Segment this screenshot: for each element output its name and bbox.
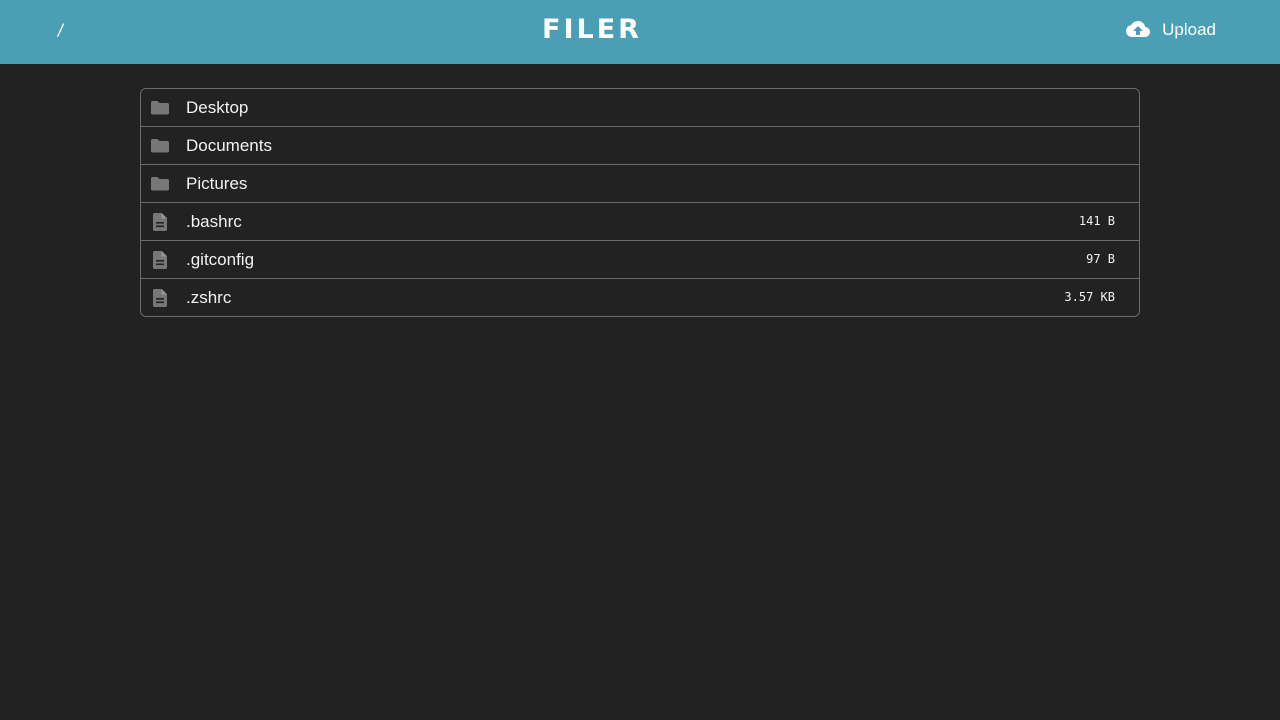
file-icon [150, 250, 170, 270]
file-name: Pictures [186, 174, 248, 193]
list-item[interactable]: .zshrc 3.57 KB [141, 279, 1139, 316]
list-item[interactable]: .bashrc 141 B [141, 203, 1139, 241]
folder-icon [150, 174, 170, 194]
file-name: Documents [186, 136, 272, 155]
list-item[interactable]: Pictures [141, 165, 1139, 203]
folder-icon [150, 98, 170, 118]
upload-label: Upload [1162, 20, 1216, 39]
file-icon [150, 288, 170, 308]
file-list: Desktop Documents Pictures .bashrc 141 B… [140, 88, 1140, 317]
file-name: Desktop [186, 98, 249, 117]
file-size: 3.57 KB [1064, 290, 1115, 304]
file-size: 97 B [1086, 252, 1115, 266]
list-item[interactable]: Desktop [141, 89, 1139, 127]
top-bar: / FILER Upload [0, 0, 1280, 64]
list-item[interactable]: Documents [141, 127, 1139, 165]
file-size: 141 B [1078, 214, 1115, 228]
list-item[interactable]: .gitconfig 97 B [141, 241, 1139, 279]
folder-icon [150, 136, 170, 156]
file-name: .zshrc [186, 288, 232, 307]
cloud-upload-icon [1126, 21, 1151, 39]
upload-button[interactable]: Upload [1126, 20, 1216, 40]
file-name: .gitconfig [186, 250, 255, 269]
app-title: FILER [542, 14, 642, 45]
file-name: .bashrc [186, 212, 242, 231]
file-icon [150, 212, 170, 232]
